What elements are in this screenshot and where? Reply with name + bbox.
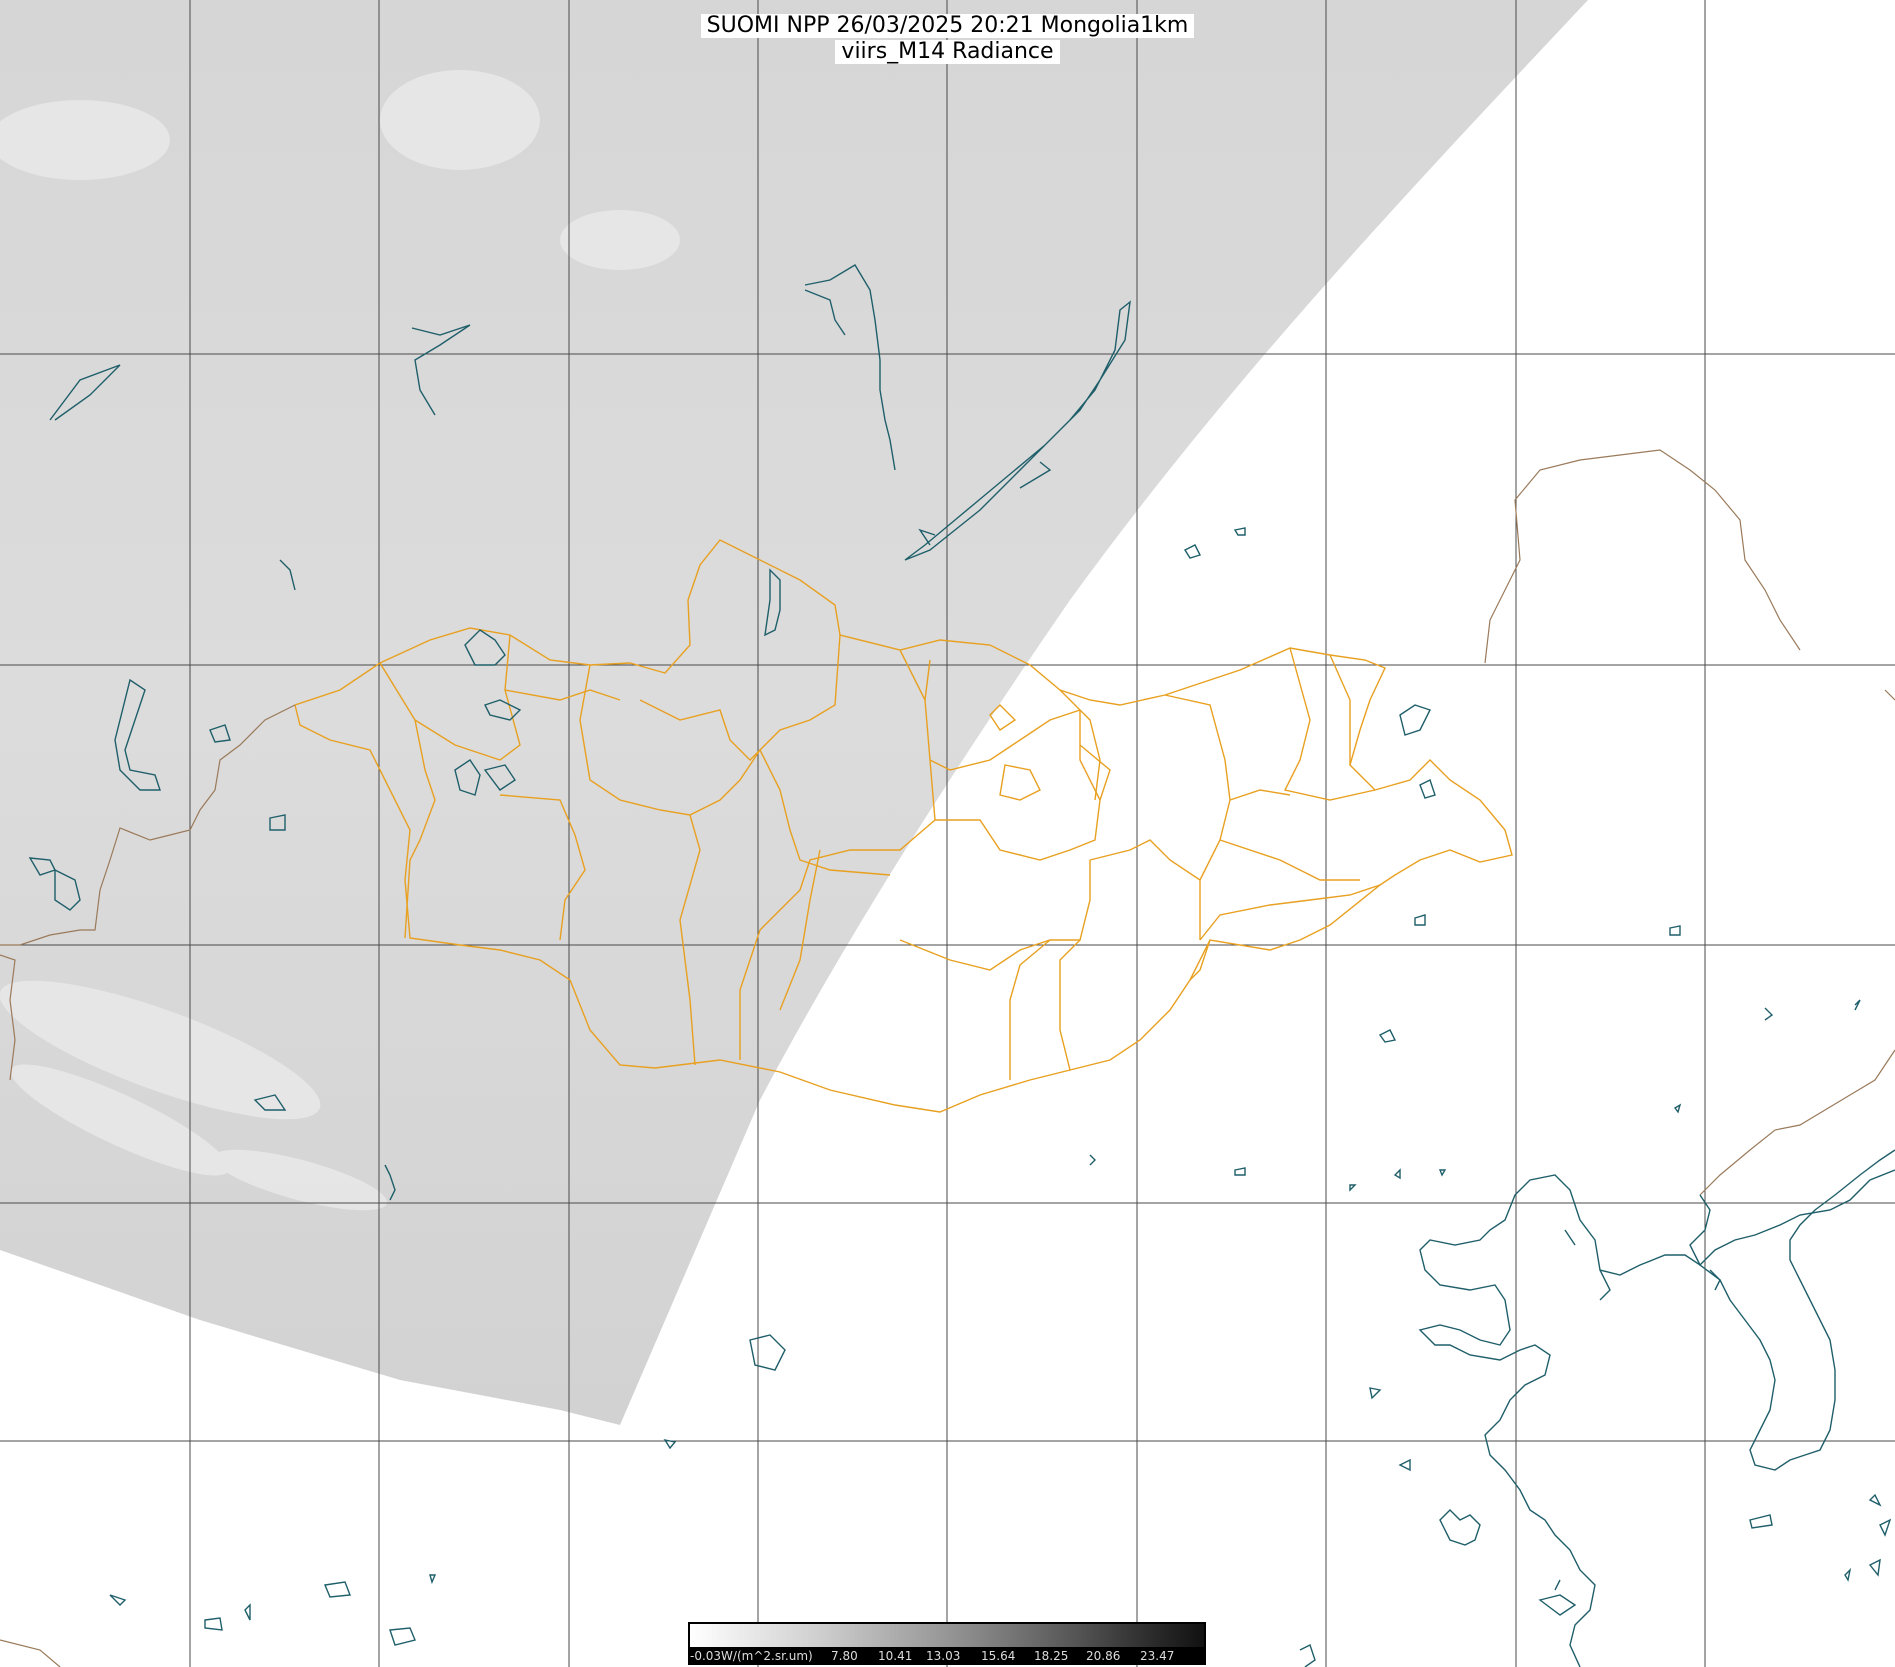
colorbar-gradient — [690, 1624, 1204, 1647]
colorbar-label: 18.25 — [1034, 1649, 1069, 1663]
colorbar-label: -0.03W/(m^2.sr.um) — [690, 1649, 813, 1663]
korea-coast — [1689, 1149, 1895, 1471]
colorbar-label: 23.47 — [1140, 1649, 1175, 1663]
colorbar-legend: -0.03W/(m^2.sr.um) 7.80 10.41 13.03 15.6… — [688, 1622, 1206, 1665]
colorbar-labels: -0.03W/(m^2.sr.um) 7.80 10.41 13.03 15.6… — [688, 1647, 1206, 1665]
map-subtitle: viirs_M14 Radiance — [835, 40, 1060, 64]
colorbar-label: 15.64 — [981, 1649, 1016, 1663]
map-title-line1: SUOMI NPP 26/03/2025 20:21 Mongolia1km — [0, 14, 1895, 38]
colorbar-label: 10.41 — [878, 1649, 913, 1663]
colorbar-label: 20.86 — [1086, 1649, 1121, 1663]
satellite-map — [0, 0, 1895, 1667]
colorbar-label: 7.80 — [831, 1649, 858, 1663]
map-title: SUOMI NPP 26/03/2025 20:21 Mongolia1km — [700, 14, 1195, 38]
colorbar-label: 13.03 — [926, 1649, 961, 1663]
map-title-line2: viirs_M14 Radiance — [0, 40, 1895, 64]
china-coast — [1418, 1169, 1895, 1667]
